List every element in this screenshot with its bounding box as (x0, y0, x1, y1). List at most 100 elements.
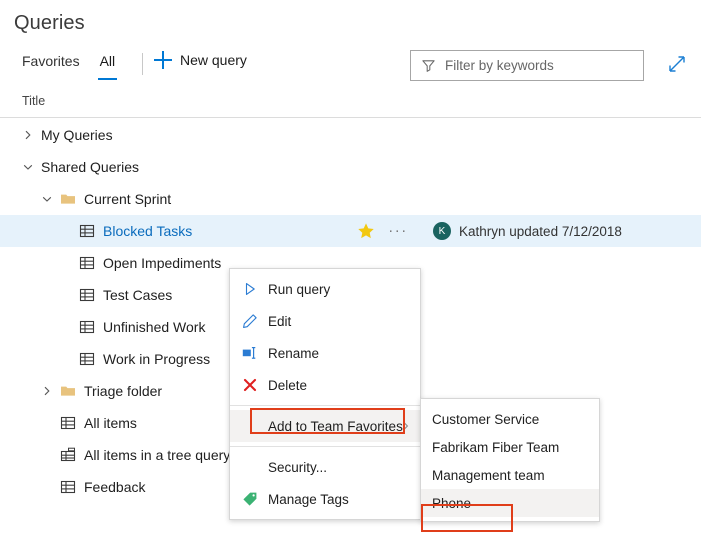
tree-item-icon (79, 319, 95, 335)
menu-item-label: Run query (268, 282, 330, 297)
filter-box[interactable] (410, 50, 644, 81)
query-tree-icon (60, 450, 76, 466)
favorite-star-button[interactable] (357, 222, 375, 240)
menu-item-rename[interactable]: Rename (230, 337, 420, 369)
tag-icon (242, 495, 258, 510)
tree-item-icon (79, 255, 95, 271)
menu-item-run-query[interactable]: Run query (230, 273, 420, 305)
submenu-item-management-team[interactable]: Management team (421, 461, 599, 489)
menu-separator (230, 446, 420, 447)
play-icon (242, 285, 258, 300)
tree-row[interactable]: My Queries (0, 119, 701, 151)
tree-item-label: Feedback (84, 479, 145, 495)
menu-item-icon (242, 313, 258, 329)
tree-item-icon (60, 415, 76, 431)
folder-icon (60, 386, 76, 402)
page-title: Queries (14, 12, 85, 35)
grid-column-header: Title (0, 88, 701, 118)
tree-item-icon (60, 191, 76, 207)
tree-item-icon (79, 223, 95, 239)
submenu-item-label: Phone (432, 496, 471, 511)
funnel-icon (421, 58, 436, 73)
query-grid-icon (60, 418, 76, 434)
tree-item-label: Unfinished Work (103, 319, 205, 335)
plus-icon (154, 51, 172, 69)
tree-item-label: Open Impediments (103, 255, 221, 271)
query-grid-icon (79, 226, 95, 242)
tab-all-label: All (100, 53, 116, 69)
menu-item-label: Add to Team Favorites (268, 419, 403, 434)
tree-item-label: Shared Queries (41, 159, 139, 175)
row-meta: ··· K Kathryn updated 7/12/2018 (357, 215, 622, 247)
chevron-down-icon (22, 160, 34, 176)
menu-separator (230, 405, 420, 406)
rename-icon (242, 349, 258, 364)
query-grid-icon (79, 258, 95, 274)
menu-item-icon (242, 377, 258, 393)
menu-item-security[interactable]: Security... (230, 451, 420, 483)
team-favorites-submenu: Customer Service Fabrikam Fiber Team Manag… (420, 398, 600, 522)
tab-favorites-label: Favorites (22, 53, 80, 69)
tree-item-label: Work in Progress (103, 351, 210, 367)
more-actions-button[interactable]: ··· (383, 226, 413, 236)
menu-item-icon (242, 345, 258, 361)
new-query-label: New query (180, 52, 247, 68)
tree-item-icon (60, 447, 76, 463)
new-query-button[interactable]: New query (154, 51, 247, 69)
toolbar-divider (142, 53, 143, 75)
query-grid-icon (60, 482, 76, 498)
menu-item-delete[interactable]: Delete (230, 369, 420, 401)
expand-diagonal-icon (665, 52, 689, 76)
menu-item-label: Manage Tags (268, 492, 349, 507)
query-grid-icon (79, 354, 95, 370)
pencil-icon (242, 317, 258, 332)
tree-item-label: Triage folder (84, 383, 162, 399)
chevron-down-icon (41, 192, 53, 208)
menu-item-icon (242, 491, 258, 507)
tree-item-icon (60, 479, 76, 495)
tab-all[interactable]: All (90, 48, 126, 80)
query-grid-icon (79, 322, 95, 338)
chevron-right-icon (41, 384, 53, 400)
tree-toggle[interactable] (41, 193, 53, 205)
menu-item-label: Security... (268, 460, 327, 475)
submenu-item-label: Management team (432, 468, 545, 483)
tree-item-icon (60, 383, 76, 399)
tree-item-label: All items in a tree query (84, 447, 230, 463)
tree-item-icon (79, 287, 95, 303)
menu-item-label: Delete (268, 378, 307, 393)
updated-by-text: Kathryn updated 7/12/2018 (459, 224, 622, 239)
tree-toggle[interactable] (41, 385, 53, 397)
submenu-chevron-icon (400, 421, 411, 432)
tab-list: Favorites All (12, 48, 125, 86)
filter-input[interactable] (445, 58, 625, 73)
menu-item-edit[interactable]: Edit (230, 305, 420, 337)
tree-row[interactable]: Blocked Tasks ··· K Kathryn updated 7/12/20… (0, 215, 701, 247)
submenu-item-label: Customer Service (432, 412, 539, 427)
submenu-item-customer-service[interactable]: Customer Service (421, 405, 599, 433)
menu-item-label: Rename (268, 346, 319, 361)
tree-row[interactable]: Shared Queries (0, 151, 701, 183)
avatar: K (433, 222, 451, 240)
tree-item-label[interactable]: Blocked Tasks (103, 223, 192, 239)
tree-item-label: All items (84, 415, 137, 431)
expand-button[interactable] (665, 52, 691, 78)
tree-item-label: Test Cases (103, 287, 172, 303)
submenu-item-phone[interactable]: Phone (421, 489, 599, 517)
delete-x-icon (242, 381, 258, 396)
tree-toggle[interactable] (22, 161, 34, 173)
query-grid-icon (79, 290, 95, 306)
column-header-title: Title (22, 94, 45, 108)
menu-item-add-to-team-favorites[interactable]: Add to Team Favorites (230, 410, 420, 442)
tree-toggle[interactable] (22, 129, 34, 141)
tree-item-label: Current Sprint (84, 191, 171, 207)
tab-favorites[interactable]: Favorites (12, 48, 90, 80)
submenu-item-fabrikam-fiber-team[interactable]: Fabrikam Fiber Team (421, 433, 599, 461)
menu-item-manage-tags[interactable]: Manage Tags (230, 483, 420, 515)
tree-item-icon (79, 351, 95, 367)
menu-item-label: Edit (268, 314, 291, 329)
chevron-right-icon (22, 128, 34, 144)
tree-row[interactable]: Current Sprint (0, 183, 701, 215)
folder-icon (60, 194, 76, 210)
star-filled-icon (357, 227, 375, 243)
